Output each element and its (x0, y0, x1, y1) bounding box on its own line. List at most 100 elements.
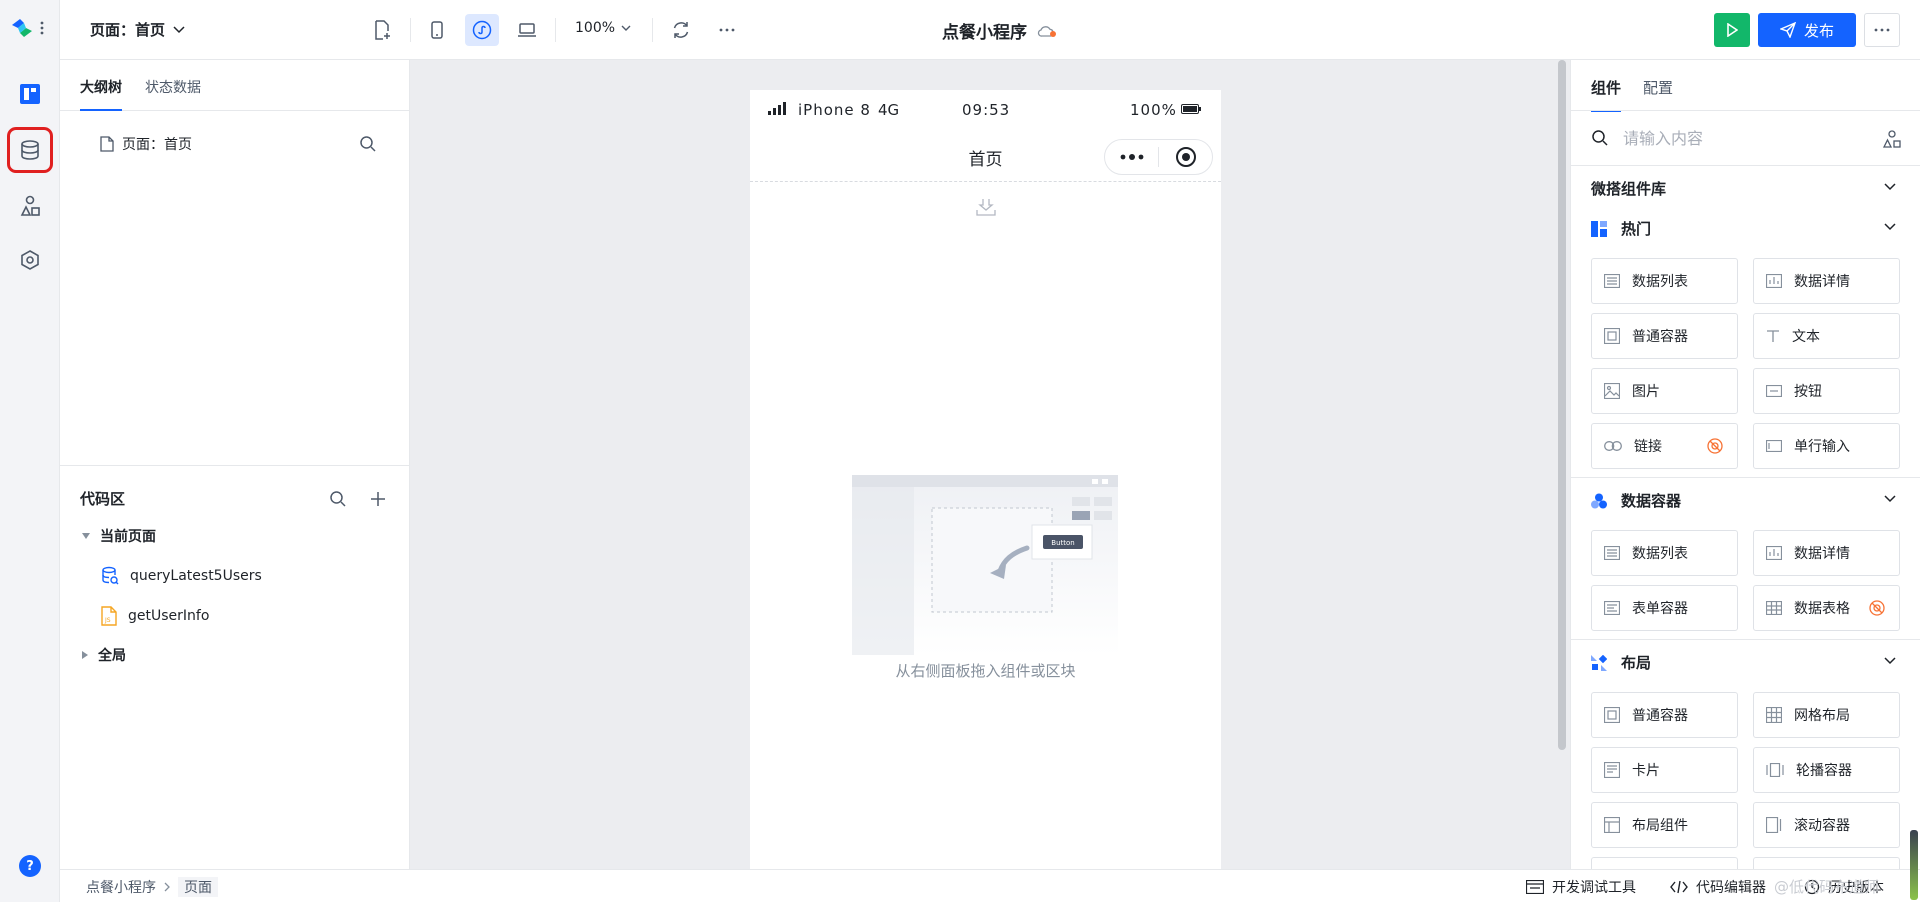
add-page-button[interactable] (365, 14, 399, 46)
shapes-icon[interactable] (1883, 130, 1901, 148)
more-vertical-icon[interactable] (40, 21, 44, 35)
phone-nav-bar: 首页 (750, 132, 1221, 182)
tab-components[interactable]: 组件 (1591, 77, 1622, 112)
tab-outline-tree[interactable]: 大纲树 (80, 77, 122, 111)
component-text[interactable]: 文本 (1753, 313, 1900, 359)
chevron-down-icon[interactable] (1884, 183, 1896, 191)
code-item-label: getUserInfo (128, 608, 210, 624)
component-partial[interactable] (1591, 857, 1738, 869)
phone-preview[interactable]: iPhone 8 4G 09:53 100% 首页 Button 从右侧面板拖入… (750, 90, 1221, 869)
component-data-detail[interactable]: 数据详情 (1753, 530, 1900, 576)
preview-run-button[interactable] (1714, 13, 1750, 47)
component-form-container[interactable]: 表单容器 (1591, 585, 1738, 631)
component-label: 数据列表 (1632, 546, 1688, 562)
search-icon[interactable] (359, 135, 377, 153)
code-editor-label: 代码编辑器 (1696, 880, 1766, 896)
unsupported-icon (1869, 600, 1885, 616)
library-title[interactable]: 微搭组件库 (1591, 178, 1666, 199)
zoom-selector[interactable]: 100% (575, 20, 631, 36)
dev-tools-button[interactable]: 开发调试工具 (1526, 877, 1636, 897)
breadcrumb: 点餐小程序 页面 (86, 877, 218, 897)
component-single-input[interactable]: 单行输入 (1753, 423, 1900, 469)
js-file-icon: JS (101, 606, 117, 626)
component-data-list[interactable]: 数据列表 (1591, 530, 1738, 576)
breadcrumb-app[interactable]: 点餐小程序 (86, 877, 156, 897)
tab-state-data[interactable]: 状态数据 (145, 77, 201, 97)
capsule-close-button[interactable] (1159, 146, 1212, 168)
rail-outline-button[interactable] (14, 78, 46, 110)
refresh-button[interactable] (664, 14, 698, 46)
header-more-button[interactable] (1864, 13, 1900, 47)
page-selector[interactable]: 页面：首页 (90, 19, 185, 40)
component-carousel[interactable]: 轮播容器 (1753, 747, 1900, 793)
miniprogram-view-button[interactable] (465, 14, 499, 46)
component-container[interactable]: 普通容器 (1591, 313, 1738, 359)
layout-section-icon (1591, 654, 1607, 671)
top-toolbar: 页面：首页 100% 点餐小程序 发布 (60, 0, 1920, 60)
miniprogram-capsule[interactable] (1104, 139, 1213, 175)
add-icon[interactable] (370, 491, 386, 507)
component-search-bar (1571, 110, 1920, 166)
tab-config[interactable]: 配置 (1643, 77, 1673, 98)
rail-settings-button[interactable] (14, 244, 46, 276)
help-icon[interactable]: ? (19, 855, 41, 877)
component-scroll-container[interactable]: 滚动容器 (1753, 802, 1900, 848)
desktop-view-button[interactable] (510, 14, 544, 46)
breadcrumb-page[interactable]: 页面 (178, 877, 218, 897)
tree-root-node[interactable]: 页面：首页 (100, 134, 192, 154)
logo-icon (12, 19, 32, 37)
container-icon (1604, 328, 1620, 344)
dev-tools-label: 开发调试工具 (1552, 880, 1636, 896)
component-image[interactable]: 图片 (1591, 368, 1738, 414)
section-hot-header[interactable]: 热门 (1591, 218, 1651, 239)
component-button[interactable]: 按钮 (1753, 368, 1900, 414)
component-partial[interactable] (1753, 857, 1900, 869)
code-group-current-page[interactable]: 当前页面 (82, 526, 156, 546)
target-close-icon (1175, 147, 1196, 167)
publish-button[interactable]: 发布 (1758, 13, 1856, 47)
page-selector-label: 页面：首页 (90, 21, 166, 39)
toolbar-more-button[interactable] (710, 14, 744, 46)
component-link[interactable]: 链接 (1591, 423, 1738, 469)
component-data-table[interactable]: 数据表格 (1753, 585, 1900, 631)
chevron-down-icon[interactable] (1884, 223, 1896, 231)
play-icon (1727, 23, 1738, 37)
component-card[interactable]: 卡片 (1591, 747, 1738, 793)
component-label: 数据详情 (1794, 546, 1850, 562)
component-data-detail[interactable]: 数据详情 (1753, 258, 1900, 304)
section-layout-header[interactable]: 布局 (1591, 652, 1651, 673)
component-search-input[interactable] (1623, 128, 1863, 148)
mobile-view-button[interactable] (420, 14, 454, 46)
capsule-menu-button[interactable] (1105, 153, 1158, 161)
drop-hint-text: 从右侧面板拖入组件或区块 (895, 662, 1076, 680)
search-icon[interactable] (329, 490, 347, 508)
code-group-label: 全局 (98, 648, 126, 664)
canvas-scrollbar[interactable] (1558, 60, 1566, 750)
component-container[interactable]: 普通容器 (1591, 692, 1738, 738)
app-logo[interactable] (10, 16, 50, 40)
component-grid-layout[interactable]: 网格布局 (1753, 692, 1900, 738)
unsupported-icon (1707, 438, 1723, 454)
left-panel: 大纲树 状态数据 页面：首页 代码区 当前页面 queryLatest5User… (60, 60, 410, 869)
code-item-query[interactable]: queryLatest5Users (100, 566, 262, 586)
container-icon (1604, 707, 1620, 723)
design-canvas[interactable]: iPhone 8 4G 09:53 100% 首页 Button 从右侧面板拖入… (410, 60, 1570, 869)
rail-data-button[interactable] (7, 127, 53, 173)
code-item-getuserinfo[interactable]: JS getUserInfo (100, 606, 209, 626)
rail-components-button[interactable] (14, 190, 46, 222)
component-layout[interactable]: 布局组件 (1591, 802, 1738, 848)
chevron-right-icon (164, 882, 170, 892)
chevron-down-icon[interactable] (1884, 657, 1896, 665)
table-icon (1766, 601, 1782, 615)
publish-label: 发布 (1803, 21, 1834, 40)
code-editor-button[interactable]: 代码编辑器 (1670, 877, 1766, 897)
component-label: 布局组件 (1632, 818, 1688, 834)
code-group-global[interactable]: 全局 (82, 645, 126, 665)
hexagon-settings-icon (21, 250, 39, 270)
section-title: 数据容器 (1621, 492, 1682, 510)
right-panel-tabs: 组件 配置 (1571, 60, 1920, 112)
chevron-down-icon[interactable] (1884, 495, 1896, 503)
component-data-list[interactable]: 数据列表 (1591, 258, 1738, 304)
component-label: 表单容器 (1632, 601, 1688, 617)
section-data-container-header[interactable]: 数据容器 (1591, 490, 1681, 511)
